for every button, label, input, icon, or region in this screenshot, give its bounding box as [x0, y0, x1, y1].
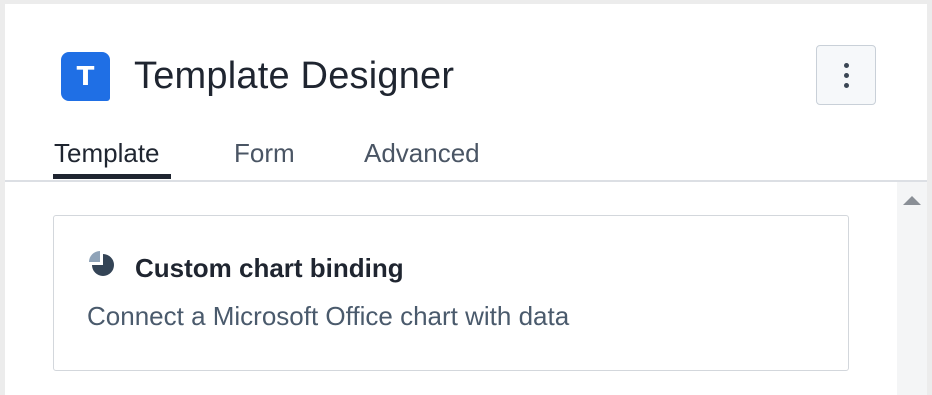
- more-vertical-icon: [843, 62, 849, 68]
- scroll-up-icon[interactable]: [903, 196, 921, 205]
- app-logo-letter: T: [76, 61, 95, 92]
- vertical-scrollbar[interactable]: [897, 182, 927, 395]
- pie-chart-icon: [89, 251, 114, 276]
- card-title: Custom chart binding: [135, 253, 404, 283]
- custom-chart-binding-card[interactable]: Custom chart binding Connect a Microsoft…: [53, 215, 849, 371]
- card-description: Connect a Microsoft Office chart with da…: [87, 301, 570, 331]
- tab-content: Custom chart binding Connect a Microsoft…: [5, 182, 927, 395]
- template-designer-panel: T Template Designer Template Form Advanc…: [5, 4, 927, 395]
- tab-template[interactable]: Template: [54, 138, 160, 168]
- tab-bar: Template Form Advanced: [5, 132, 927, 182]
- active-tab-indicator: [53, 174, 171, 179]
- tab-form[interactable]: Form: [234, 138, 295, 168]
- tab-advanced[interactable]: Advanced: [364, 138, 480, 168]
- more-options-button[interactable]: [816, 45, 876, 105]
- more-vertical-icon: [843, 72, 849, 78]
- more-vertical-icon: [843, 82, 849, 88]
- page-title: Template Designer: [134, 55, 455, 97]
- app-logo: T: [61, 52, 110, 101]
